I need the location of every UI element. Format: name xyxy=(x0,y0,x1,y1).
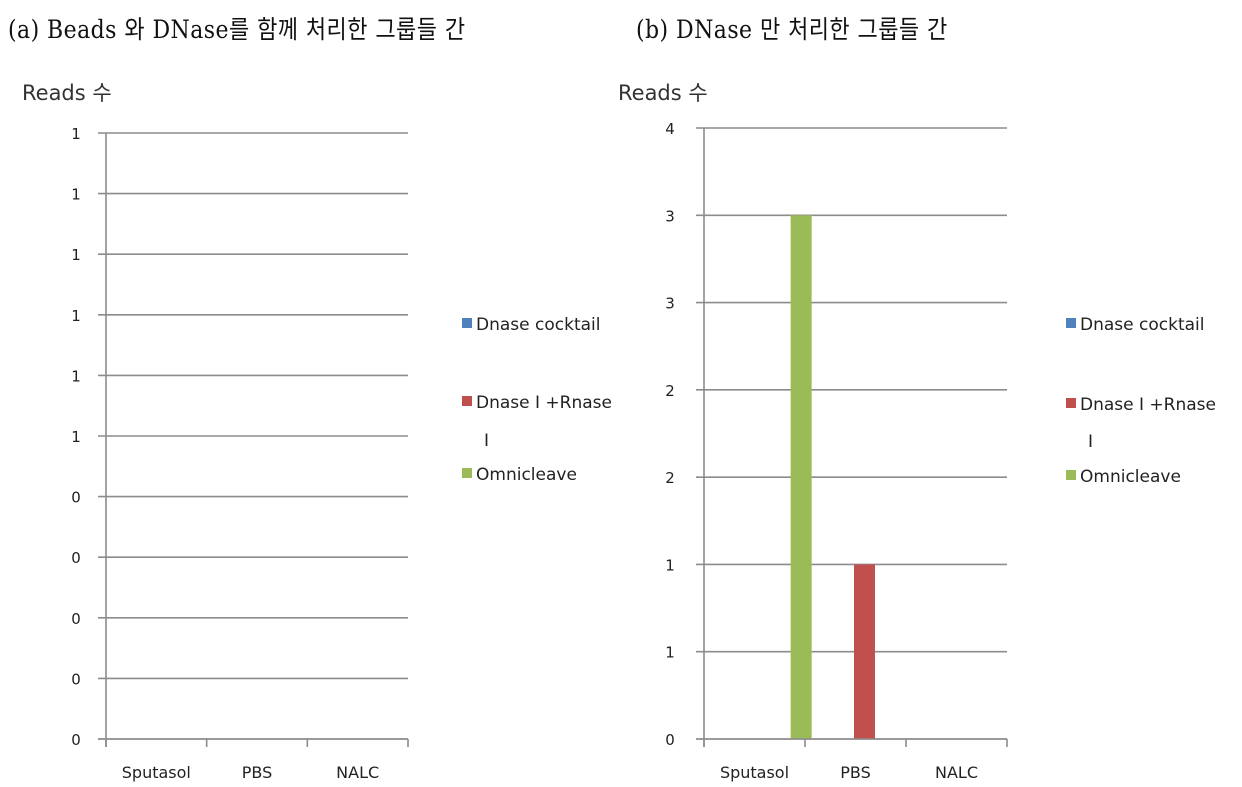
legend-label: Omnicleave xyxy=(476,465,577,485)
y-tick-label: 1 xyxy=(71,367,81,385)
y-tick-label: 1 xyxy=(665,556,675,574)
legend-swatch xyxy=(1066,318,1076,328)
x-tick-label: Sputasol xyxy=(122,763,191,782)
y-tick-labels: 0 1 1 2 2 3 3 4 xyxy=(665,120,675,749)
legend-label: Dnase cocktail xyxy=(1080,315,1204,335)
y-tick-label: 2 xyxy=(665,382,675,400)
legend-swatch xyxy=(1066,470,1076,480)
x-tick-labels: Sputasol PBS NALC xyxy=(720,763,978,782)
gridlines xyxy=(696,127,1007,740)
x-tick-labels: Sputasol PBS NALC xyxy=(122,763,379,782)
y-tick-label: 3 xyxy=(665,295,675,313)
y-axis-title: Reads 수 xyxy=(618,81,708,105)
axes xyxy=(98,133,409,747)
y-tick-label: 1 xyxy=(71,246,81,264)
legend-label: Dnase I +Rnase xyxy=(476,393,612,413)
y-tick-labels: 0 0 0 0 0 1 1 1 1 1 1 xyxy=(71,125,81,749)
y-tick-label: 0 xyxy=(71,489,81,507)
legend-label: I xyxy=(484,431,489,451)
legend: Dnase cocktail Dnase I +Rnase I Omnicleave xyxy=(462,315,612,485)
y-tick-label: 0 xyxy=(71,549,81,567)
y-tick-label: 0 xyxy=(71,731,81,749)
legend-label: I xyxy=(1088,432,1093,452)
y-tick-label: 1 xyxy=(71,125,81,143)
legend-label: Dnase I +Rnase xyxy=(1080,395,1216,415)
bar xyxy=(854,564,875,739)
x-tick-label: Sputasol xyxy=(720,763,789,782)
y-tick-label: 0 xyxy=(665,731,675,749)
y-tick-label: 3 xyxy=(665,207,675,225)
x-tick-label: NALC xyxy=(336,763,379,782)
y-tick-label: 0 xyxy=(71,610,81,628)
legend-swatch xyxy=(462,468,472,478)
bar xyxy=(790,215,812,740)
y-axis-title: Reads 수 xyxy=(22,81,112,105)
chart-b: Reads 수 0 1 1 2 2 3 3 4 Sputasol PBS NALC Dnase c… xyxy=(618,81,1216,782)
axes xyxy=(696,128,1008,747)
y-tick-label: 1 xyxy=(71,186,81,204)
y-tick-label: 1 xyxy=(71,428,81,446)
y-tick-label: 0 xyxy=(71,670,81,688)
x-tick-label: PBS xyxy=(840,763,871,782)
y-tick-label: 2 xyxy=(665,469,675,487)
y-tick-label: 1 xyxy=(71,307,81,325)
gridlines xyxy=(98,132,408,740)
legend-swatch xyxy=(1066,398,1076,408)
y-tick-label: 1 xyxy=(665,644,675,662)
y-tick-label: 4 xyxy=(665,120,675,138)
x-tick-label: NALC xyxy=(935,763,978,782)
legend: Dnase cocktail Dnase I +Rnase I Omnicleave xyxy=(1066,315,1216,487)
legend-label: Dnase cocktail xyxy=(476,315,600,335)
legend-label: Omnicleave xyxy=(1080,467,1181,487)
chart-a: Reads 수 0 0 0 0 0 1 1 1 1 1 1 Sputasol PBS NALC Dnas… xyxy=(22,81,612,782)
bar-charts: Reads 수 0 0 0 0 0 1 1 1 1 1 1 Sputasol PBS NALC Dnas… xyxy=(22,81,1216,782)
x-tick-label: PBS xyxy=(242,763,273,782)
legend-swatch xyxy=(462,318,472,328)
legend-swatch xyxy=(462,396,472,406)
